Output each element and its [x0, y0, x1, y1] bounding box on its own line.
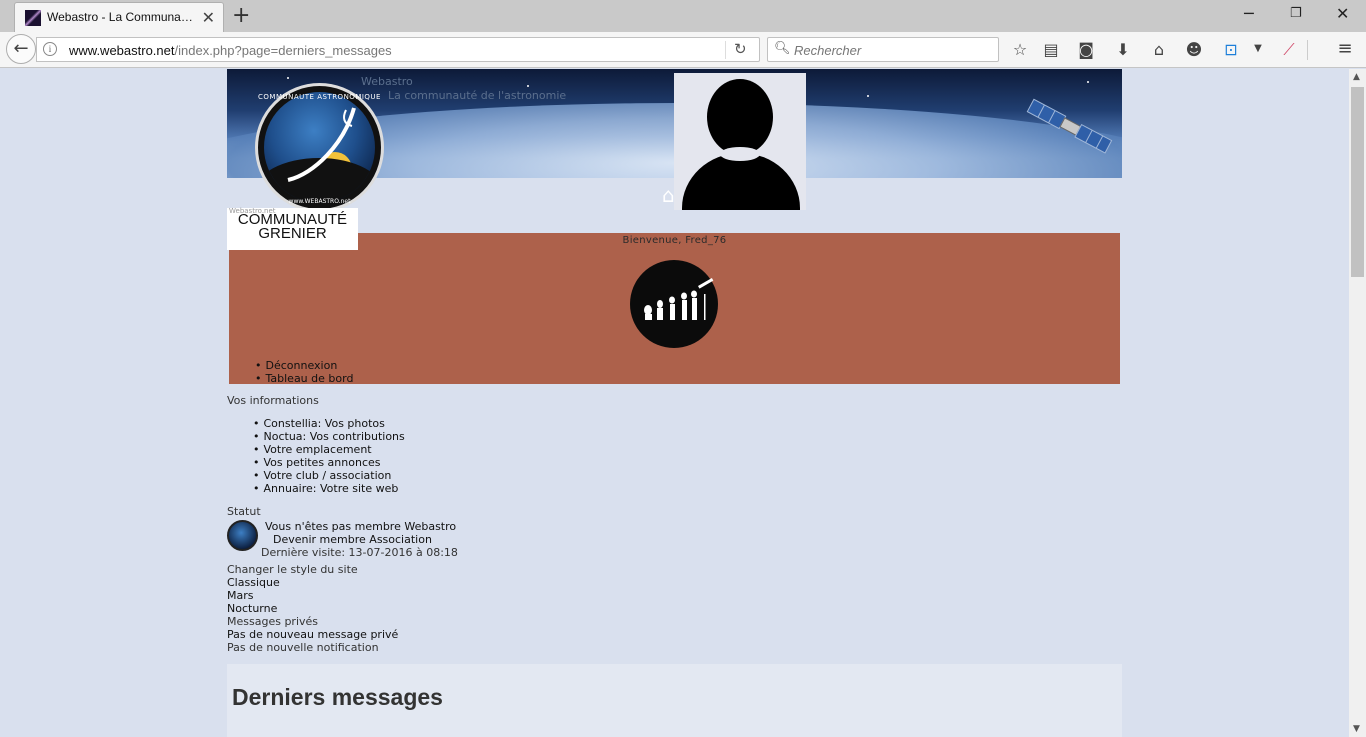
banner-tagline: La communauté de l'astronomie	[388, 89, 567, 102]
logout-link[interactable]: Déconnexion	[255, 359, 353, 372]
avatar-head	[707, 79, 773, 155]
no-pm-link[interactable]: Pas de nouveau message privé	[227, 628, 398, 641]
info-item-location[interactable]: Votre emplacement	[253, 443, 405, 456]
dropdown-arrow-icon[interactable]: ▼	[1248, 43, 1268, 54]
nav-bar: ← i www.webastro.net/index.php?page=dern…	[0, 32, 1366, 68]
back-arrow-icon[interactable]: ←	[6, 34, 36, 64]
webastro-favicon-icon	[25, 10, 41, 26]
info-item-club[interactable]: Votre club / association	[253, 469, 405, 482]
home-icon[interactable]: ⌂	[1149, 40, 1169, 59]
search-icon: 🔍︎	[774, 41, 791, 56]
user-avatar[interactable]	[674, 73, 806, 210]
minimize-icon[interactable]: ─	[1244, 4, 1254, 23]
no-notification-text: Pas de nouvelle notification	[227, 641, 379, 654]
welcome-text: Bienvenue, Fred_76	[622, 235, 727, 246]
latest-messages-section: Derniers messages	[227, 664, 1122, 737]
hamburger-menu-icon[interactable]: ≡	[1335, 38, 1355, 59]
search-bar[interactable]: 🔍︎ Rechercher	[767, 37, 999, 62]
info-item-ads[interactable]: Vos petites annonces	[253, 456, 405, 469]
not-member-text: Vous n'êtes pas membre Webastro	[265, 520, 457, 533]
search-placeholder: Rechercher	[794, 43, 862, 58]
site-info-icon[interactable]: i	[43, 42, 57, 56]
logo-comet-swoosh	[287, 107, 356, 182]
webastro-logo[interactable]: COMMUNAUTE ASTRONOMIQUE www.WEBASTRO.net	[255, 83, 384, 212]
style-title: Changer le style du site	[227, 563, 358, 576]
avatar-neck	[720, 147, 760, 161]
close-window-icon[interactable]: ✕	[1336, 4, 1349, 23]
url-separator	[725, 41, 726, 59]
user-panel: Bienvenue, Fred_76 • Déconnexion • Table…	[229, 233, 1120, 385]
pocket-icon[interactable]: ◙	[1076, 40, 1096, 59]
page-viewport: Webastro La communauté de l'astronomie C…	[0, 69, 1349, 737]
reading-list-icon[interactable]: ▤	[1041, 40, 1061, 59]
new-tab-icon[interactable]: +	[232, 3, 250, 28]
tab-bar: Webastro - La Communa… ✕ + ─ ❐ ✕	[0, 0, 1366, 32]
url-bar[interactable]: i www.webastro.net/index.php?page=dernie…	[36, 37, 760, 62]
last-visit-text: Dernière visite: 13-07-2016 à 08:18	[261, 546, 458, 559]
scroll-down-icon[interactable]: ▼	[1353, 724, 1360, 734]
download-manager-icon[interactable]: ⊡	[1221, 40, 1241, 59]
home-link-icon[interactable]: ⌂	[662, 183, 675, 207]
banner-site-name: Webastro	[361, 75, 413, 88]
tab-title: Webastro - La Communa…	[47, 10, 193, 24]
scroll-thumb[interactable]	[1351, 87, 1364, 277]
logo-disc	[264, 92, 375, 203]
star	[867, 95, 869, 97]
latest-messages-heading: Derniers messages	[232, 684, 443, 710]
smiley-icon[interactable]: ☻	[1184, 40, 1204, 59]
info-item-website[interactable]: Annuaire: Votre site web	[253, 482, 405, 495]
status-title: Statut	[227, 505, 261, 518]
panel-links: Déconnexion Tableau de bord	[255, 359, 354, 385]
info-item-photos[interactable]: Constellia: Vos photos	[253, 417, 405, 430]
info-title: Vos informations	[227, 394, 319, 407]
evolution-telescope-icon	[630, 260, 718, 348]
download-icon[interactable]: ⬇	[1113, 40, 1133, 59]
bookmark-star-icon[interactable]: ☆	[1010, 40, 1030, 59]
community-label[interactable]: Webastro.net COMMUNAUTÉ GRENIER	[227, 207, 358, 250]
scroll-up-icon[interactable]: ▲	[1353, 72, 1360, 82]
community-title: COMMUNAUTÉ GRENIER	[227, 212, 358, 242]
toolbar-separator	[1307, 40, 1308, 60]
dashboard-link[interactable]: Tableau de bord	[255, 372, 354, 385]
style-mars-link[interactable]: Mars	[227, 589, 254, 602]
star	[287, 77, 289, 79]
info-item-contributions[interactable]: Noctua: Vos contributions	[253, 430, 405, 443]
restore-icon[interactable]: ❐	[1290, 6, 1302, 21]
satellite-icon	[1026, 98, 1113, 154]
url-domain: www.webastro.net	[69, 43, 175, 58]
become-member-link[interactable]: Devenir membre Association	[273, 533, 432, 546]
status-avatar	[227, 520, 258, 551]
reload-icon[interactable]: ↻	[734, 40, 747, 58]
url-path: /index.php?page=derniers_messages	[174, 43, 392, 58]
info-list: Constellia: Vos photos Noctua: Vos contr…	[253, 417, 405, 495]
extension-chart-icon[interactable]: ⟋	[1279, 40, 1299, 60]
url-text[interactable]: www.webastro.net/index.php?page=derniers…	[69, 43, 392, 58]
star	[1087, 81, 1089, 83]
logo-text-bottom: www.WEBASTRO.net	[288, 198, 351, 205]
style-classic-link[interactable]: Classique	[227, 576, 280, 589]
tab-close-icon[interactable]: ✕	[202, 8, 215, 27]
logo-text-top: COMMUNAUTE ASTRONOMIQUE	[258, 93, 381, 101]
avatar-body	[682, 153, 800, 210]
style-nocturne-link[interactable]: Nocturne	[227, 602, 277, 615]
page-scrollbar[interactable]: ▲ ▼	[1349, 69, 1366, 737]
browser-tab[interactable]: Webastro - La Communa… ✕	[14, 2, 224, 32]
community-line2: GRENIER	[258, 225, 327, 242]
star	[527, 85, 529, 87]
pm-title: Messages privés	[227, 615, 319, 628]
